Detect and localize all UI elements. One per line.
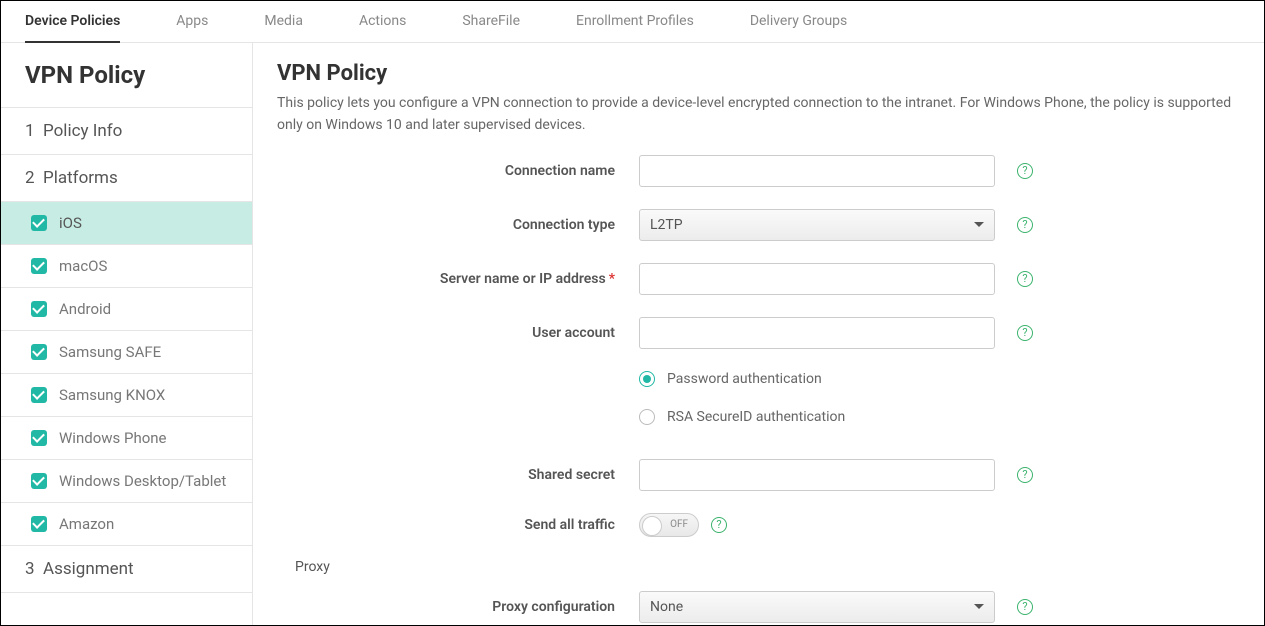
- chevron-down-icon: [974, 222, 984, 227]
- label-text: Server name or IP address: [440, 271, 606, 287]
- main-content: VPN Policy This policy lets you configur…: [253, 43, 1264, 625]
- section-proxy: Proxy: [295, 559, 1264, 575]
- shared-secret-input[interactable]: [639, 459, 995, 491]
- server-input[interactable]: [639, 263, 995, 295]
- platform-label: Samsung SAFE: [59, 343, 161, 361]
- tab-media[interactable]: Media: [264, 1, 303, 43]
- page-title: VPN Policy: [277, 61, 1264, 86]
- app-frame: Device Policies Apps Media Actions Share…: [0, 0, 1265, 626]
- radio-label: Password authentication: [667, 371, 822, 387]
- platform-samsung-safe[interactable]: Samsung SAFE: [1, 331, 252, 374]
- help-icon[interactable]: ?: [1017, 467, 1033, 483]
- label-connection-type: Connection type: [277, 217, 639, 233]
- tab-device-policies[interactable]: Device Policies: [25, 1, 120, 43]
- row-auth-rsa: RSA SecureID authentication: [277, 409, 1264, 425]
- step-platforms[interactable]: 2 Platforms: [1, 155, 252, 202]
- chevron-down-icon: [974, 604, 984, 609]
- step-policy-info[interactable]: 1 Policy Info: [1, 107, 252, 155]
- radio-rsa-auth[interactable]: [639, 409, 655, 425]
- platform-label: Windows Desktop/Tablet: [59, 472, 226, 490]
- platform-android[interactable]: Android: [1, 288, 252, 331]
- platform-ios[interactable]: iOS: [1, 202, 252, 245]
- row-shared-secret: Shared secret ?: [277, 459, 1264, 491]
- checkbox-icon[interactable]: [31, 473, 47, 489]
- required-marker: *: [609, 271, 615, 287]
- help-icon[interactable]: ?: [1017, 325, 1033, 341]
- platform-amazon[interactable]: Amazon: [1, 503, 252, 546]
- step-num: 1: [25, 121, 35, 141]
- platform-label: macOS: [59, 257, 107, 275]
- page-description: This policy lets you configure a VPN con…: [277, 92, 1247, 137]
- toggle-value: OFF: [670, 519, 688, 530]
- row-server: Server name or IP address* ?: [277, 263, 1264, 295]
- platform-windows-desktop[interactable]: Windows Desktop/Tablet: [1, 460, 252, 503]
- connection-type-select[interactable]: L2TP: [639, 209, 995, 241]
- label-send-all: Send all traffic: [277, 517, 639, 533]
- label-shared-secret: Shared secret: [277, 467, 639, 483]
- user-account-input[interactable]: [639, 317, 995, 349]
- step-label: Platforms: [43, 168, 118, 188]
- label-server: Server name or IP address*: [277, 271, 639, 287]
- step-num: 3: [25, 559, 35, 579]
- step-assignment[interactable]: 3 Assignment: [1, 546, 252, 593]
- checkbox-icon[interactable]: [31, 344, 47, 360]
- help-icon[interactable]: ?: [1017, 599, 1033, 615]
- label-connection-name: Connection name: [277, 163, 639, 179]
- help-icon[interactable]: ?: [1017, 163, 1033, 179]
- radio-password-auth[interactable]: [639, 371, 655, 387]
- row-auth-password: Password authentication: [277, 371, 1264, 387]
- label-user-account: User account: [277, 325, 639, 341]
- platform-label: Samsung KNOX: [59, 386, 165, 404]
- step-label: Assignment: [43, 559, 134, 579]
- row-connection-type: Connection type L2TP ?: [277, 209, 1264, 241]
- checkbox-icon[interactable]: [31, 258, 47, 274]
- platform-label: Amazon: [59, 515, 114, 533]
- tab-actions[interactable]: Actions: [359, 1, 406, 43]
- tab-enrollment-profiles[interactable]: Enrollment Profiles: [576, 1, 694, 43]
- help-icon[interactable]: ?: [711, 517, 727, 533]
- row-connection-name: Connection name ?: [277, 155, 1264, 187]
- row-send-all: Send all traffic OFF ?: [277, 513, 1264, 537]
- checkbox-icon[interactable]: [31, 430, 47, 446]
- tab-apps[interactable]: Apps: [176, 1, 208, 43]
- sidebar-title: VPN Policy: [1, 43, 252, 107]
- help-icon[interactable]: ?: [1017, 271, 1033, 287]
- platform-samsung-knox[interactable]: Samsung KNOX: [1, 374, 252, 417]
- select-value: None: [650, 599, 683, 615]
- send-all-toggle[interactable]: OFF: [639, 513, 699, 537]
- control-connection-name: [639, 155, 995, 187]
- platform-label: iOS: [59, 214, 82, 232]
- tab-sharefile[interactable]: ShareFile: [462, 1, 520, 43]
- checkbox-icon[interactable]: [31, 215, 47, 231]
- sidebar: VPN Policy 1 Policy Info 2 Platforms iOS…: [1, 43, 253, 625]
- checkbox-icon[interactable]: [31, 516, 47, 532]
- checkbox-icon[interactable]: [31, 301, 47, 317]
- row-user-account: User account ?: [277, 317, 1264, 349]
- select-value: L2TP: [650, 217, 683, 233]
- platform-macos[interactable]: macOS: [1, 245, 252, 288]
- proxy-config-select[interactable]: None: [639, 591, 995, 623]
- radio-label: RSA SecureID authentication: [667, 409, 845, 425]
- platform-label: Windows Phone: [59, 429, 167, 447]
- platform-windows-phone[interactable]: Windows Phone: [1, 417, 252, 460]
- step-label: Policy Info: [43, 121, 122, 141]
- help-icon[interactable]: ?: [1017, 217, 1033, 233]
- platform-label: Android: [59, 300, 111, 318]
- checkbox-icon[interactable]: [31, 387, 47, 403]
- connection-name-input[interactable]: [639, 155, 995, 187]
- row-proxy-config: Proxy configuration None ?: [277, 591, 1264, 623]
- tab-delivery-groups[interactable]: Delivery Groups: [750, 1, 847, 43]
- step-num: 2: [25, 168, 35, 188]
- label-proxy-config: Proxy configuration: [277, 599, 639, 615]
- top-tabs: Device Policies Apps Media Actions Share…: [1, 1, 1264, 43]
